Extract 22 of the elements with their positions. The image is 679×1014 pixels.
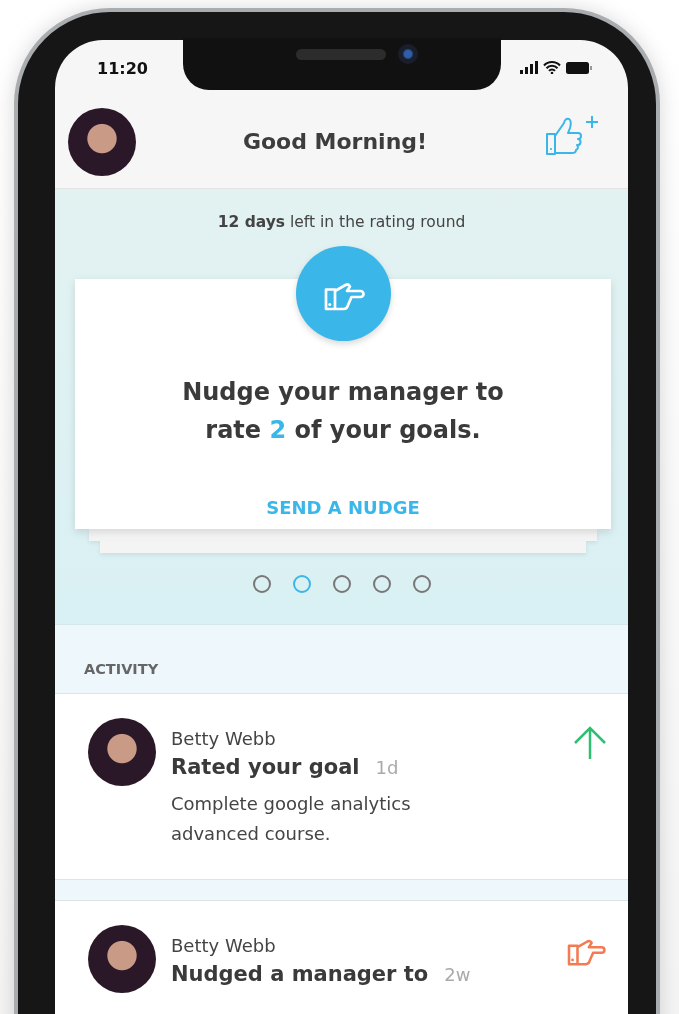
goal-description: Complete google analytics advanced course. (171, 792, 412, 846)
person-name: Betty Webb (171, 935, 277, 956)
activity-age: 1d (375, 757, 399, 778)
battery-icon (566, 61, 592, 74)
activity-action: Nudged a manager to (171, 962, 429, 986)
pager-dot[interactable] (412, 575, 431, 593)
activity-age: 2w (444, 964, 471, 985)
nudge-message: Nudge your manager to rate 2 of your goals. (181, 377, 505, 446)
countdown-text: 12 days left in the rating round (217, 213, 466, 231)
status-time: 11:20 (97, 58, 148, 78)
pager-dot[interactable] (292, 575, 311, 593)
activity-action: Rated your goal (171, 755, 360, 779)
up-arrow-icon (572, 726, 608, 760)
pager-dot[interactable] (252, 575, 271, 593)
greeting-title: Good Morning! (241, 129, 429, 154)
signal-icon (520, 61, 538, 74)
pager-dot[interactable] (372, 575, 391, 593)
activity-item[interactable]: Betty Webb Rated your goal 1d Complete google analytics advanced course. (55, 694, 628, 880)
wifi-icon (543, 61, 561, 74)
pager-dot[interactable] (332, 575, 351, 593)
person-name: Betty Webb (171, 728, 277, 749)
activity-item[interactable]: Betty Webb Nudged a manager to 2w (55, 900, 628, 1014)
